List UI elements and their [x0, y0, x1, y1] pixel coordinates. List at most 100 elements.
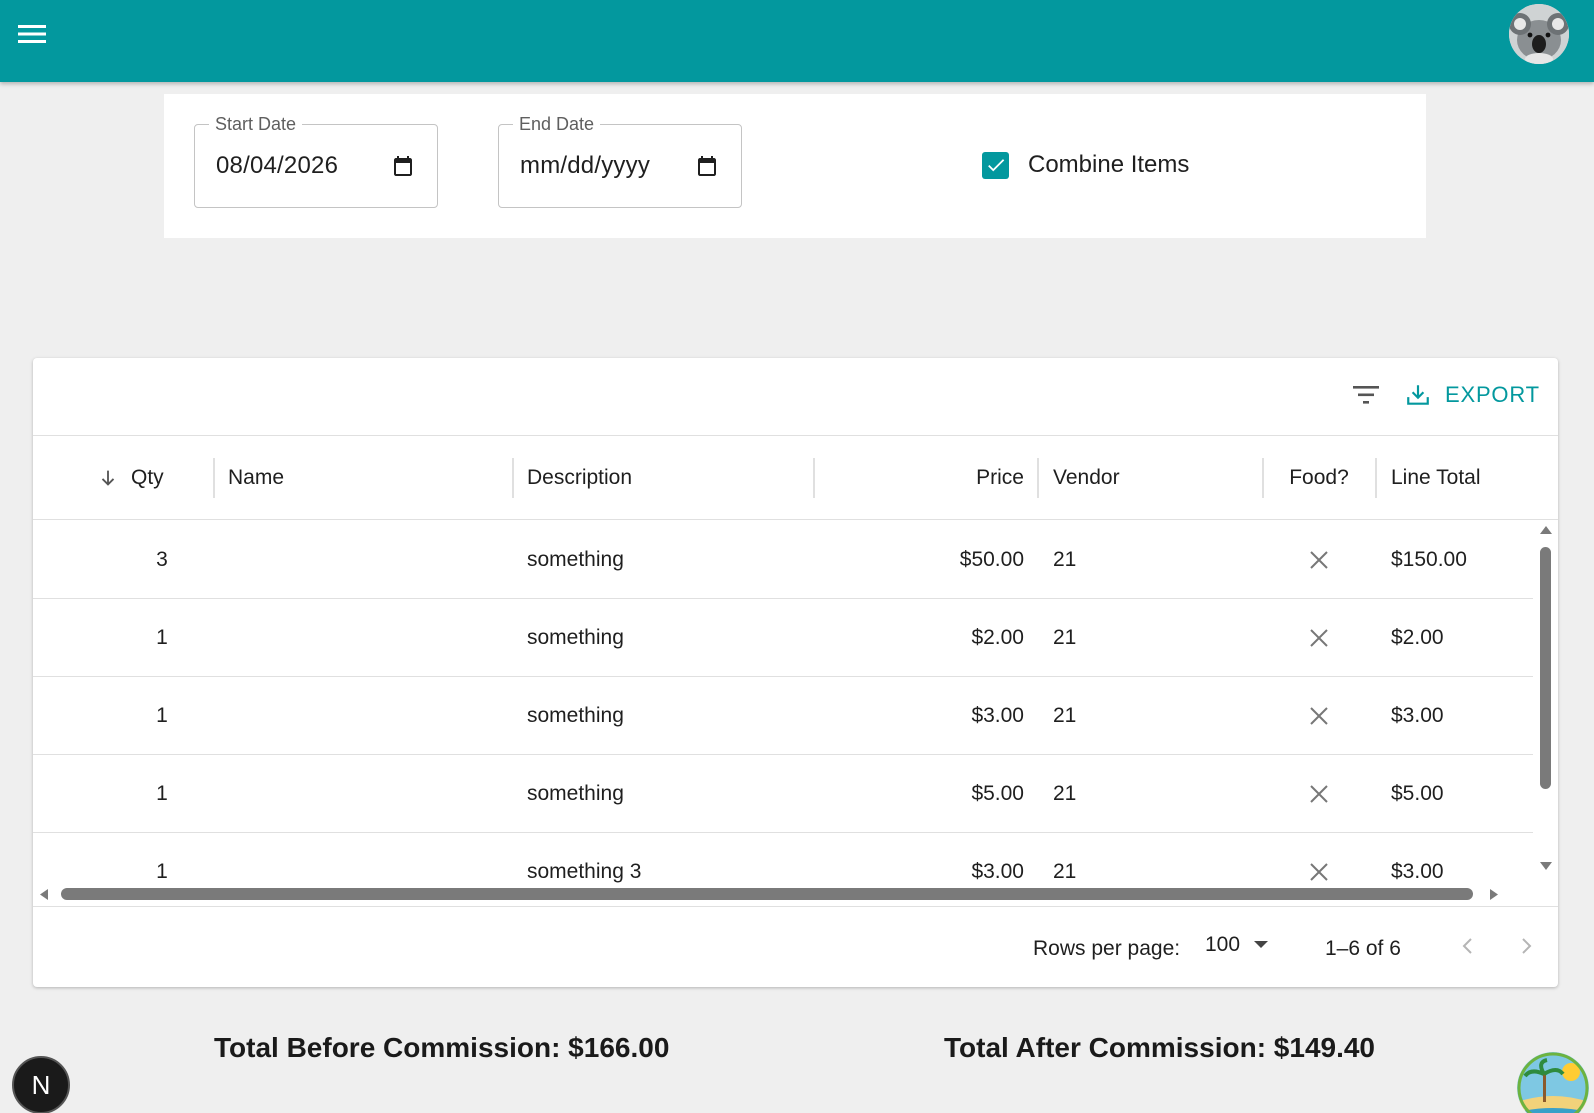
menu-icon: [18, 25, 46, 43]
table-body: 3 something $50.00 21 $150.00 1 somethin…: [33, 521, 1533, 888]
rows-per-page-value: 100: [1205, 933, 1241, 956]
column-header-label: Vendor: [1053, 466, 1120, 489]
price-cell: $50.00: [959, 548, 1024, 571]
qty-cell: 3: [156, 548, 168, 571]
combine-items-label: Combine Items: [1028, 151, 1190, 178]
name-cell: [228, 599, 508, 677]
column-separator[interactable]: [813, 458, 815, 498]
filters-panel: Start Date 08/04/2026 End Date mm/dd/yyy…: [164, 94, 1426, 238]
column-header-label: Line Total: [1391, 466, 1481, 489]
table-row[interactable]: 3 something $50.00 21 $150.00: [33, 521, 1533, 599]
total-before-commission: Total Before Commission: $166.00: [214, 1032, 670, 1063]
column-separator[interactable]: [1262, 458, 1264, 498]
total-after-commission: Total After Commission: $149.40: [944, 1032, 1376, 1063]
end-date-value[interactable]: mm/dd/yyyy: [520, 152, 650, 180]
close-icon: [1310, 551, 1328, 569]
line-total-cell: $150.00: [1391, 548, 1467, 571]
koala-avatar-icon: [1509, 4, 1569, 64]
end-date-field[interactable]: End Date mm/dd/yyyy: [498, 114, 742, 208]
start-date-value[interactable]: 08/04/2026: [216, 152, 338, 180]
download-icon: [1407, 385, 1429, 405]
column-header-food[interactable]: Food?: [1268, 436, 1370, 520]
vertical-scrollbar[interactable]: [1536, 521, 1556, 881]
qty-cell: 1: [156, 860, 168, 883]
vendor-cell: 21: [1053, 626, 1077, 649]
column-header-label: Qty: [131, 466, 164, 489]
pagination-footer: Rows per page: 100 1–6 of 6: [33, 906, 1558, 986]
arrow-down-icon[interactable]: [97, 467, 119, 489]
table-row[interactable]: 1 something 3 $3.00 21 $3.00: [33, 833, 1533, 888]
vertical-scroll-thumb[interactable]: [1540, 547, 1551, 789]
horizontal-scrollbar[interactable]: [33, 883, 1558, 905]
line-total-cell: $3.00: [1391, 704, 1444, 727]
description-cell: something: [527, 626, 624, 649]
scroll-right-icon[interactable]: [1489, 888, 1499, 901]
pagination-range: 1–6 of 6: [1325, 937, 1401, 960]
data-grid: EXPORT Qty Name Description Price Vendor…: [33, 358, 1558, 987]
menu-button[interactable]: [14, 20, 50, 48]
vendor-cell: 21: [1053, 860, 1077, 883]
dev-tools-badge[interactable]: N: [12, 1056, 70, 1113]
vendor-cell: 21: [1053, 782, 1077, 805]
chevron-left-icon[interactable]: [1453, 931, 1483, 961]
table-row[interactable]: 1 something $2.00 21 $2.00: [33, 599, 1533, 677]
column-header-line-total[interactable]: Line Total: [1391, 436, 1541, 520]
name-cell: [228, 521, 508, 599]
dev-tools-letter: N: [31, 1069, 51, 1100]
scroll-down-icon[interactable]: [1539, 861, 1553, 871]
rows-per-page-select[interactable]: 100: [1205, 933, 1269, 957]
combine-items-checkbox[interactable]: Combine Items: [982, 151, 1189, 179]
column-header-label: Food?: [1289, 466, 1349, 489]
export-button[interactable]: EXPORT: [1405, 382, 1540, 408]
filter-icon[interactable]: [1353, 384, 1379, 406]
description-cell: something: [527, 548, 624, 571]
vendor-cell: 21: [1053, 548, 1077, 571]
column-header-name[interactable]: Name: [228, 436, 508, 520]
column-header-price[interactable]: Price: [828, 436, 1024, 520]
chevron-right-icon[interactable]: [1511, 931, 1541, 961]
end-date-label: End Date: [513, 114, 601, 135]
food-cell: [1268, 521, 1370, 599]
table-row[interactable]: 1 something $5.00 21 $5.00: [33, 755, 1533, 833]
dropdown-arrow-icon: [1254, 941, 1269, 948]
beach-badge[interactable]: [1517, 1052, 1589, 1113]
close-icon: [1310, 785, 1328, 803]
description-cell: something 3: [527, 860, 642, 883]
horizontal-scroll-thumb[interactable]: [61, 888, 1473, 900]
line-total-cell: $2.00: [1391, 626, 1444, 649]
scroll-up-icon[interactable]: [1539, 525, 1553, 535]
column-header-description[interactable]: Description: [527, 436, 807, 520]
start-date-label: Start Date: [209, 114, 303, 135]
start-date-field[interactable]: Start Date 08/04/2026: [194, 114, 438, 208]
column-header-vendor[interactable]: Vendor: [1053, 436, 1253, 520]
qty-cell: 1: [156, 626, 168, 649]
rows-per-page-label: Rows per page:: [1033, 937, 1181, 960]
calendar-icon[interactable]: [391, 154, 415, 178]
line-total-cell: $3.00: [1391, 860, 1444, 883]
line-total-cell: $5.00: [1391, 782, 1444, 805]
column-header-label: Name: [228, 466, 285, 489]
table-header: Qty Name Description Price Vendor Food? …: [33, 436, 1558, 520]
column-separator[interactable]: [512, 458, 514, 498]
user-avatar[interactable]: [1509, 4, 1569, 64]
column-separator[interactable]: [213, 458, 215, 498]
column-separator[interactable]: [1037, 458, 1039, 498]
close-icon: [1310, 863, 1328, 881]
name-cell: [228, 677, 508, 755]
price-cell: $2.00: [971, 626, 1024, 649]
column-header-qty[interactable]: Qty: [97, 436, 201, 520]
food-cell: [1268, 677, 1370, 755]
table-row[interactable]: 1 something $3.00 21 $3.00: [33, 677, 1533, 755]
checkbox-checked-icon[interactable]: [982, 151, 1009, 179]
price-cell: $3.00: [971, 704, 1024, 727]
close-icon: [1310, 629, 1328, 647]
food-cell: [1268, 833, 1370, 888]
scroll-left-icon[interactable]: [39, 888, 49, 901]
column-separator[interactable]: [1375, 458, 1377, 498]
name-cell: [228, 833, 508, 888]
food-cell: [1268, 755, 1370, 833]
calendar-icon[interactable]: [695, 154, 719, 178]
grid-toolbar: EXPORT: [33, 358, 1558, 436]
qty-cell: 1: [156, 704, 168, 727]
column-header-label: Price: [976, 466, 1024, 489]
